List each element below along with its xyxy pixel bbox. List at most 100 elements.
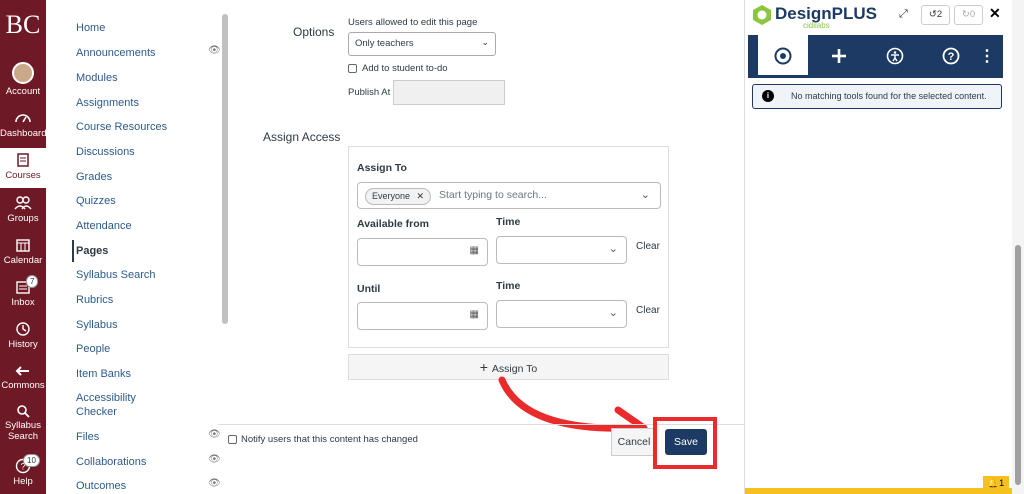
designplus-logo-icon xyxy=(753,5,771,25)
chevron-down-icon: ⌄ xyxy=(640,189,650,201)
target-icon xyxy=(774,47,792,65)
nav-inbox[interactable]: Inbox 7 xyxy=(0,275,46,308)
page-scrollbar[interactable] xyxy=(1012,0,1024,494)
cancel-button[interactable]: Cancel xyxy=(611,428,657,456)
available-from-date[interactable]: ▦ xyxy=(357,238,488,266)
assign-access-label: Assign Access xyxy=(263,130,341,144)
page-settings: Options Users allowed to edit this page … xyxy=(184,0,758,494)
redo-button[interactable]: ↻0 xyxy=(954,5,983,25)
nav-history[interactable]: History xyxy=(0,321,46,350)
notify-label: Notify users that this content has chang… xyxy=(241,434,418,445)
course-nav-outcomes[interactable]: Outcomes xyxy=(76,479,172,493)
global-nav: BC Account Dashboard Courses Groups Cale… xyxy=(0,0,46,494)
time-label: Time xyxy=(496,216,521,228)
publish-at-label: Publish At xyxy=(348,87,391,98)
designplus-sub: cidilabs xyxy=(803,21,830,30)
nav-commons[interactable]: Commons xyxy=(0,364,46,391)
assign-to-input[interactable]: Everyone ✕ Start typing to search... ⌄ xyxy=(357,182,661,209)
calendar-icon[interactable]: ▦ xyxy=(470,309,479,320)
notice-text: No matching tools found for the selected… xyxy=(791,91,987,101)
course-nav-announcements[interactable]: Announcements xyxy=(76,46,172,60)
chevron-down-icon: ⌄ xyxy=(481,37,489,47)
course-nav-collaborations[interactable]: Collaborations xyxy=(76,455,172,469)
todo-checkbox[interactable] xyxy=(348,64,357,73)
expand-icon[interactable]: ⤢ xyxy=(899,8,908,21)
tab-target[interactable] xyxy=(758,35,808,78)
edit-permission-select[interactable]: Only teachers ⌄ xyxy=(348,32,496,56)
more-options-icon[interactable]: ⋮ xyxy=(974,35,1000,78)
courses-icon xyxy=(17,153,29,167)
course-nav-quizzes[interactable]: Quizzes xyxy=(76,194,172,208)
assign-access-panel: Assign To Everyone ✕ Start typing to sea… xyxy=(348,146,669,348)
course-nav-course-resources[interactable]: Course Resources xyxy=(76,120,172,134)
plus-icon xyxy=(832,49,846,63)
course-nav-files[interactable]: Files xyxy=(76,430,172,444)
close-icon[interactable]: ✕ xyxy=(989,5,1001,22)
tab-add[interactable] xyxy=(814,35,864,78)
no-tools-notice: i No matching tools found for the select… xyxy=(752,84,1002,109)
assign-search-placeholder: Start typing to search... xyxy=(439,189,547,201)
available-from-time[interactable]: ⌄ xyxy=(496,236,627,264)
remove-chip-icon[interactable]: ✕ xyxy=(417,191,425,201)
nav-account[interactable]: Account xyxy=(0,62,46,97)
nav-groups[interactable]: Groups xyxy=(0,195,46,224)
redo-icon: ↻ xyxy=(961,9,970,20)
undo-icon: ↺ xyxy=(928,9,937,20)
accessibility-icon xyxy=(886,47,904,65)
notify-checkbox[interactable] xyxy=(228,435,237,444)
course-nav-attendance[interactable]: Attendance xyxy=(76,219,172,233)
chevron-down-icon: ⌄ xyxy=(608,243,618,255)
course-nav-home[interactable]: Home xyxy=(76,21,172,35)
tab-help[interactable]: ? xyxy=(926,35,976,78)
available-from-label: Available from xyxy=(357,218,429,230)
until-date[interactable]: ▦ xyxy=(357,302,488,330)
course-nav-accessibility-checker[interactable]: Accessibility Checker xyxy=(76,391,172,419)
course-nav-pages[interactable]: Pages xyxy=(72,240,172,262)
course-nav-discussions[interactable]: Discussions xyxy=(76,145,172,159)
history-icon xyxy=(16,322,30,336)
status-bar xyxy=(745,488,1013,494)
clear-available-from[interactable]: Clear xyxy=(636,241,660,252)
page-scrollbar-thumb[interactable] xyxy=(1015,245,1021,485)
designplus-tabs: ? ⋮ xyxy=(748,35,1003,78)
commons-icon xyxy=(15,366,29,376)
edit-permission-label: Users allowed to edit this page xyxy=(348,17,478,28)
nav-help[interactable]: ? Help 10 xyxy=(0,454,46,487)
help-badge: 10 xyxy=(23,454,40,467)
course-nav-rubrics[interactable]: Rubrics xyxy=(76,293,172,307)
options-label: Options xyxy=(293,25,335,39)
save-button[interactable]: Save xyxy=(665,429,707,455)
course-nav-syllabus-search[interactable]: Syllabus Search xyxy=(76,268,172,282)
plus-icon: + xyxy=(479,359,488,375)
nav-calendar[interactable]: Calendar xyxy=(0,237,46,266)
until-time[interactable]: ⌄ xyxy=(496,300,627,328)
notification-bell[interactable]: 🔔1 xyxy=(983,476,1009,490)
designplus-panel: DesignPLUS cidilabs ⤢ ↺2 ↻0 ✕ ? ⋮ i No m… xyxy=(744,0,1013,494)
until-label: Until xyxy=(357,283,381,295)
publish-at-input[interactable] xyxy=(393,80,505,105)
nav-dashboard[interactable]: Dashboard xyxy=(0,110,46,139)
avatar xyxy=(12,62,34,84)
course-nav-grades[interactable]: Grades xyxy=(76,170,172,184)
assignee-chip[interactable]: Everyone ✕ xyxy=(365,188,432,205)
chevron-down-icon: ⌄ xyxy=(608,307,618,319)
calendar-icon xyxy=(16,239,30,252)
course-nav-people[interactable]: People xyxy=(76,342,172,356)
institution-logo[interactable]: BC xyxy=(0,10,46,40)
svg-text:?: ? xyxy=(948,51,955,63)
course-nav-assignments[interactable]: Assignments xyxy=(76,96,172,110)
tab-accessibility[interactable] xyxy=(870,35,920,78)
bell-icon: 🔔 xyxy=(987,478,1000,488)
clear-until[interactable]: Clear xyxy=(636,305,660,316)
search-icon xyxy=(17,405,30,418)
nav-courses[interactable]: Courses xyxy=(0,148,46,188)
course-nav-syllabus[interactable]: Syllabus xyxy=(76,318,172,332)
assign-to-label: Assign To xyxy=(357,162,407,174)
inbox-badge: 7 xyxy=(26,275,39,288)
undo-button[interactable]: ↺2 xyxy=(921,5,950,25)
calendar-icon[interactable]: ▦ xyxy=(470,245,479,256)
course-nav-item-banks[interactable]: Item Banks xyxy=(76,367,172,381)
help-icon: ? xyxy=(942,47,960,65)
course-nav-modules[interactable]: Modules xyxy=(76,71,172,85)
nav-syllabus-search[interactable]: Syllabus Search xyxy=(0,404,46,442)
